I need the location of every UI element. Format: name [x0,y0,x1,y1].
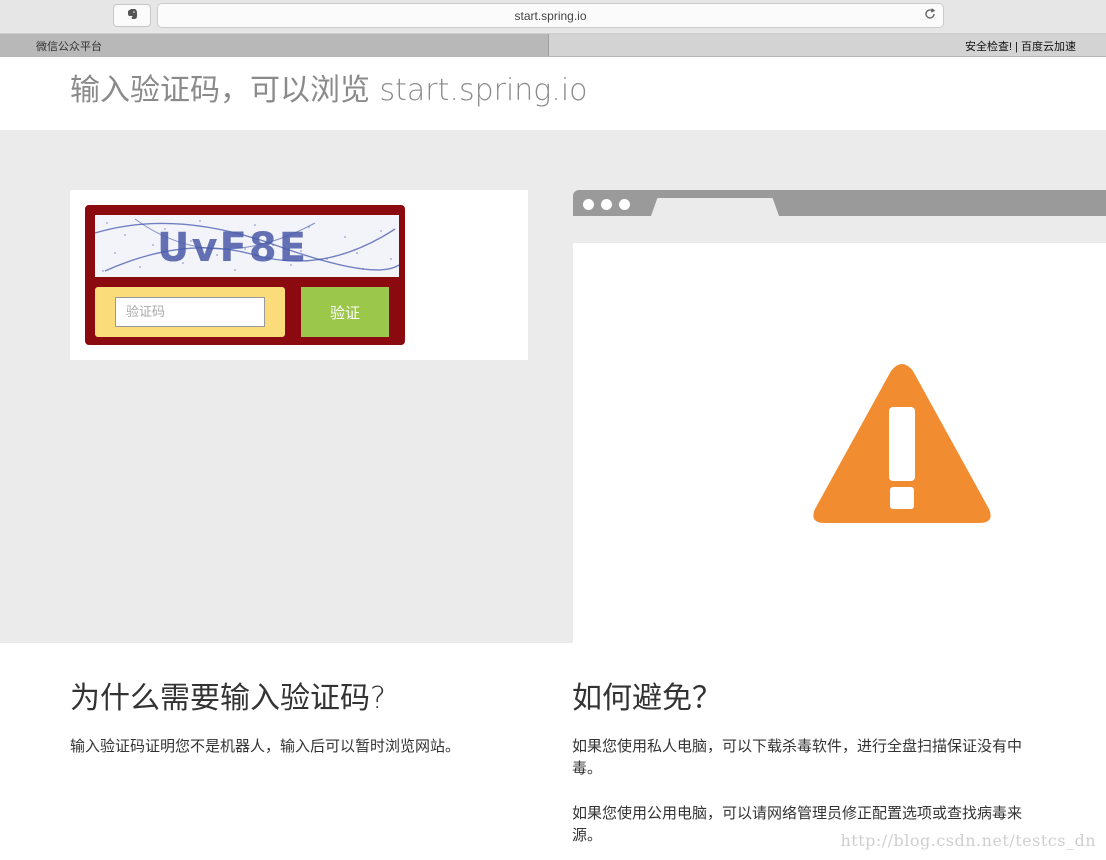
illustration-tab [651,198,779,216]
window-dot [601,199,612,210]
browser-toolbar: start.spring.io [0,0,1106,34]
page-title: 输入验证码，可以浏览 start.spring.io [70,73,588,108]
captcha-input-wrap [95,287,285,337]
tab-bar: 微信公众平台 安全检查! | 百度云加速 [0,34,1106,57]
captcha-card: UvF8E 验证 [70,190,528,360]
why-text: 输入验证码证明您不是机器人，输入后可以暂时浏览网站。 [70,737,461,755]
address-bar[interactable]: start.spring.io [157,3,944,28]
illustration-toolbar [573,216,1106,243]
warning-icon [813,364,991,523]
page-header: 输入验证码，可以浏览 start.spring.io [0,57,1106,130]
reload-icon[interactable] [923,7,937,24]
watermark: http://blog.csdn.net/testcs_dn [840,831,1096,850]
url-text: start.spring.io [514,8,587,23]
verify-button[interactable]: 验证 [301,287,389,337]
why-section: 为什么需要输入验证码? 输入验证码证明您不是机器人，输入后可以暂时浏览网站。 [70,673,530,757]
window-dot [583,199,594,210]
security-check-links[interactable]: 安全检查! | 百度云加速 [965,38,1076,54]
captcha-text: UvF8E [157,225,308,271]
avoid-heading: 如何避免？ [572,681,722,716]
tab-weixin[interactable]: 微信公众平台 [0,34,549,56]
captcha-input[interactable] [115,297,265,327]
avoid-private-pc: 如果您使用私人电脑，可以下载杀毒软件，进行全盘扫描保证没有中毒。 [572,737,1023,777]
illustration-viewport [573,243,1106,643]
why-heading: 为什么需要输入验证码? [70,681,386,716]
extension-button[interactable] [113,4,151,27]
avoid-section: 如何避免？ 如果您使用私人电脑，可以下载杀毒软件，进行全盘扫描保证没有中毒。 如… [572,673,1032,846]
tab-label: 微信公众平台 [36,41,102,53]
illustration-titlebar [573,190,1106,216]
browser-illustration [573,190,1106,643]
window-dot [619,199,630,210]
captcha-form: UvF8E 验证 [85,205,405,345]
evernote-icon [125,7,139,25]
captcha-image[interactable]: UvF8E [95,215,399,277]
